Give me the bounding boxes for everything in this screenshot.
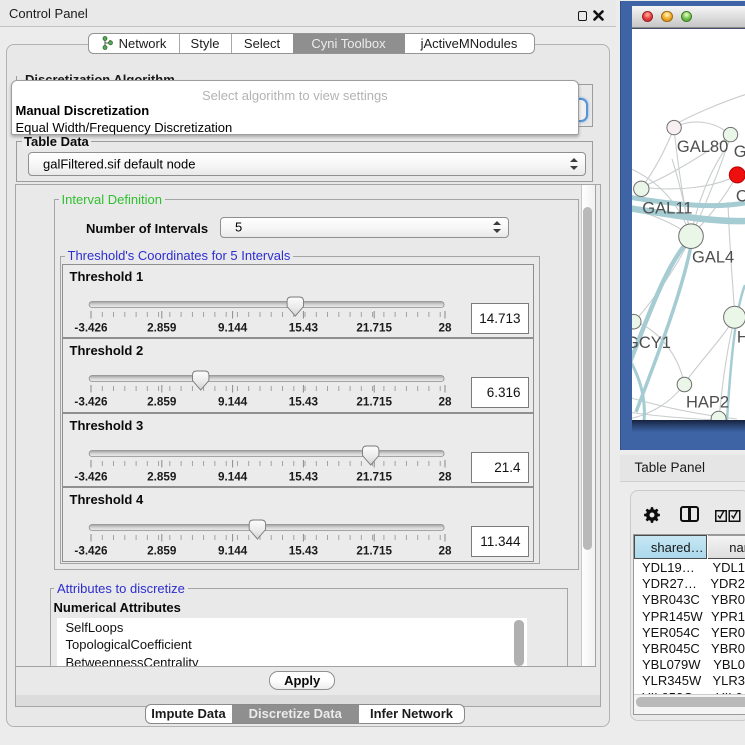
svg-text:21.715: 21.715 — [356, 470, 392, 483]
svg-text:GAL: GAL — [734, 143, 745, 161]
svg-text:15.43: 15.43 — [288, 396, 318, 409]
svg-text:21.715: 21.715 — [356, 545, 392, 558]
svg-text:15.43: 15.43 — [288, 545, 318, 558]
svg-text:28: 28 — [438, 321, 452, 334]
svg-text:9.144: 9.144 — [217, 545, 247, 558]
svg-text:GAL11: GAL11 — [642, 200, 692, 218]
svg-text:15.43: 15.43 — [288, 321, 318, 334]
svg-text:GAL4: GAL4 — [692, 249, 734, 267]
svg-text:-3.426: -3.426 — [74, 321, 108, 334]
svg-text:9.144: 9.144 — [217, 321, 247, 334]
svg-text:HAP2: HAP2 — [686, 394, 729, 412]
svg-text:28: 28 — [438, 470, 452, 483]
svg-text:21.715: 21.715 — [356, 321, 392, 334]
svg-text:15.43: 15.43 — [288, 470, 318, 483]
svg-text:2.859: 2.859 — [147, 545, 177, 558]
svg-text:GCY1: GCY1 — [632, 334, 671, 352]
svg-text:21.715: 21.715 — [356, 396, 392, 409]
svg-text:GAL80: GAL80 — [677, 138, 728, 156]
svg-text:C: C — [736, 188, 745, 206]
svg-text:2.859: 2.859 — [147, 470, 177, 483]
svg-text:-3.426: -3.426 — [74, 470, 108, 483]
svg-text:HIS: HIS — [737, 329, 745, 347]
svg-text:-3.426: -3.426 — [74, 396, 108, 409]
svg-text:28: 28 — [438, 545, 452, 558]
svg-text:28: 28 — [438, 396, 452, 409]
svg-text:9.144: 9.144 — [217, 470, 247, 483]
svg-text:9.144: 9.144 — [217, 396, 247, 409]
svg-text:2.859: 2.859 — [147, 396, 177, 409]
svg-text:-3.426: -3.426 — [74, 545, 108, 558]
svg-text:2.859: 2.859 — [147, 321, 177, 334]
